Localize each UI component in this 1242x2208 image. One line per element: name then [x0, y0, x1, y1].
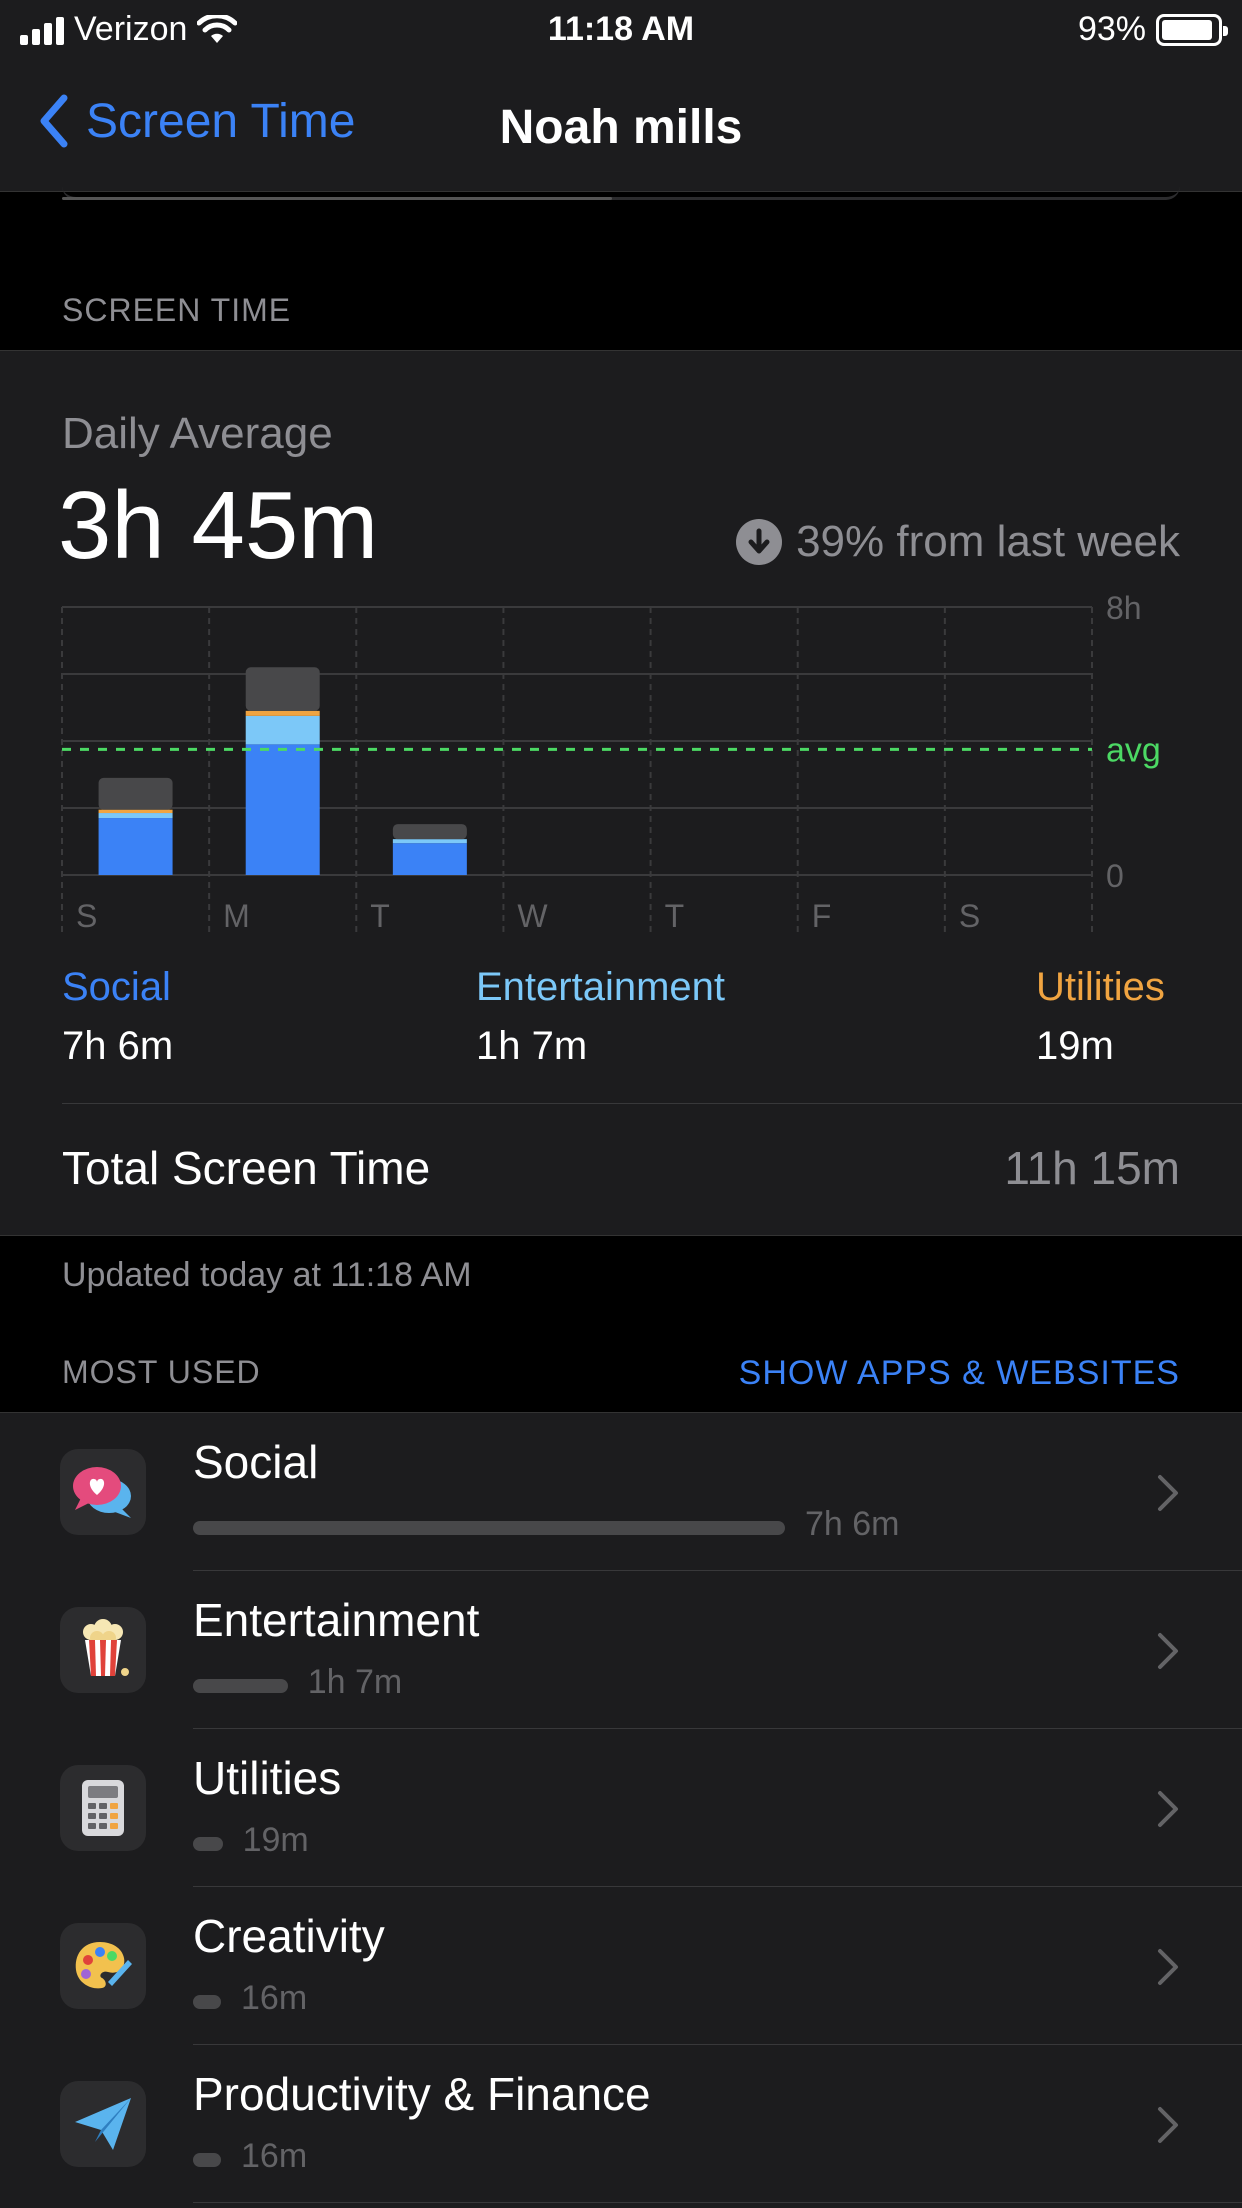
usage-bar-chart[interactable]: S M T W T F Savg 8h 0 — [0, 351, 1242, 1051]
palette-icon — [60, 1923, 146, 2009]
category-name: Social — [193, 1436, 319, 1488]
category-value: 19m — [1036, 1024, 1114, 1068]
usage-bar — [193, 1521, 785, 1535]
category-name: Social — [62, 965, 171, 1009]
chevron-right-icon — [1158, 1633, 1178, 1669]
battery-icon — [1156, 13, 1228, 46]
battery-percent: 93% — [1077, 10, 1146, 48]
total-label: Total Screen Time — [62, 1142, 431, 1194]
usage-bar — [193, 1837, 223, 1851]
divider — [193, 2202, 1242, 2203]
category-summary: Social 7h 6m Entertainment 1h 7m Utiliti… — [0, 965, 1242, 1075]
bar-segment — [392, 839, 467, 844]
category-name: Utilities — [1036, 965, 1165, 1009]
paper-plane-icon — [60, 2081, 146, 2167]
list-item[interactable]: Productivity & Finance 16m — [0, 2045, 1242, 2203]
x-tick-label: F — [812, 898, 832, 934]
bar-segment — [245, 710, 320, 716]
social-bubbles-icon — [60, 1449, 146, 1535]
usage-bar — [193, 1995, 221, 2009]
chevron-right-icon — [1158, 1475, 1178, 1511]
x-tick-label: T — [370, 898, 390, 934]
category-name: Creativity — [193, 1910, 385, 1962]
navigation-bar: Screen Time Noah mills — [0, 62, 1242, 200]
screen-time-section-label: SCREEN TIME — [62, 292, 292, 328]
usage-duration: 16m — [241, 1979, 308, 2017]
category-entertainment: Entertainment 1h 7m — [476, 965, 725, 1069]
y-tick-label: 0 — [1106, 858, 1124, 894]
category-name: Entertainment — [476, 965, 726, 1009]
category-value: 1h 7m — [476, 1024, 588, 1068]
list-item[interactable]: Social 7h 6m — [0, 1413, 1242, 1571]
total-value: 11h 15m — [1004, 1142, 1180, 1194]
usage-bar — [193, 1679, 288, 1693]
status-bar: Verizon 11:18 AM 93% — [0, 0, 1242, 62]
category-name: Entertainment — [193, 1594, 480, 1646]
average-label: avg — [1106, 731, 1161, 769]
bar-segment — [245, 744, 320, 875]
chevron-right-icon — [1158, 1791, 1178, 1827]
category-name: Productivity & Finance — [193, 2068, 651, 2120]
usage-bar — [193, 2153, 221, 2167]
bar-segment — [392, 824, 467, 840]
total-screen-time-row: Total Screen Time 11h 15m — [62, 1141, 1180, 1195]
bar-segment — [98, 818, 173, 875]
page-title: Noah mills — [499, 101, 743, 154]
status-right: 93% — [1077, 10, 1228, 49]
chevron-right-icon — [1158, 2107, 1178, 2143]
usage-duration: 7h 6m — [805, 1505, 900, 1543]
category-utilities: Utilities 19m — [1036, 965, 1165, 1069]
scrolled-content-edge — [62, 186, 1180, 200]
list-item[interactable]: Creativity 16m — [0, 1887, 1242, 2045]
popcorn-icon — [60, 1607, 146, 1693]
x-tick-label: M — [223, 898, 250, 934]
usage-duration: 16m — [241, 2137, 308, 2175]
bar-segment — [98, 813, 173, 819]
calculator-icon — [60, 1765, 146, 1851]
x-tick-label: S — [76, 898, 97, 934]
show-apps-websites-button[interactable]: SHOW APPS & WEBSITES — [739, 1354, 1180, 1393]
category-value: 7h 6m — [62, 1024, 174, 1068]
status-time: 11:18 AM — [547, 10, 695, 48]
category-name: Utilities — [193, 1752, 342, 1804]
x-tick-label: W — [517, 898, 548, 934]
x-tick-label: S — [959, 898, 980, 934]
list-item[interactable]: Entertainment 1h 7m — [0, 1571, 1242, 1729]
chevron-right-icon — [1158, 1949, 1178, 1985]
category-social: Social 7h 6m — [62, 965, 173, 1069]
divider — [62, 1103, 1242, 1104]
updated-text: Updated today at 11:18 AM — [62, 1256, 472, 1294]
most-used-list: Social 7h 6m Entertainment 1h 7m Utiliti… — [0, 1412, 1242, 2208]
screen-time-card[interactable]: Daily Average 3h 45m 39% from last week … — [0, 350, 1242, 1236]
bar-segment — [98, 777, 173, 810]
usage-duration: 19m — [242, 1821, 309, 1859]
list-item[interactable]: Utilities 19m — [0, 1729, 1242, 1887]
y-tick-label: 8h — [1106, 590, 1142, 626]
most-used-label: MOST USED — [62, 1354, 261, 1390]
x-tick-label: T — [665, 898, 685, 934]
bar-segment — [245, 715, 320, 745]
bar-segment — [98, 809, 173, 814]
bar-segment — [392, 843, 467, 875]
usage-duration: 1h 7m — [307, 1663, 403, 1701]
bar-segment — [245, 667, 320, 711]
